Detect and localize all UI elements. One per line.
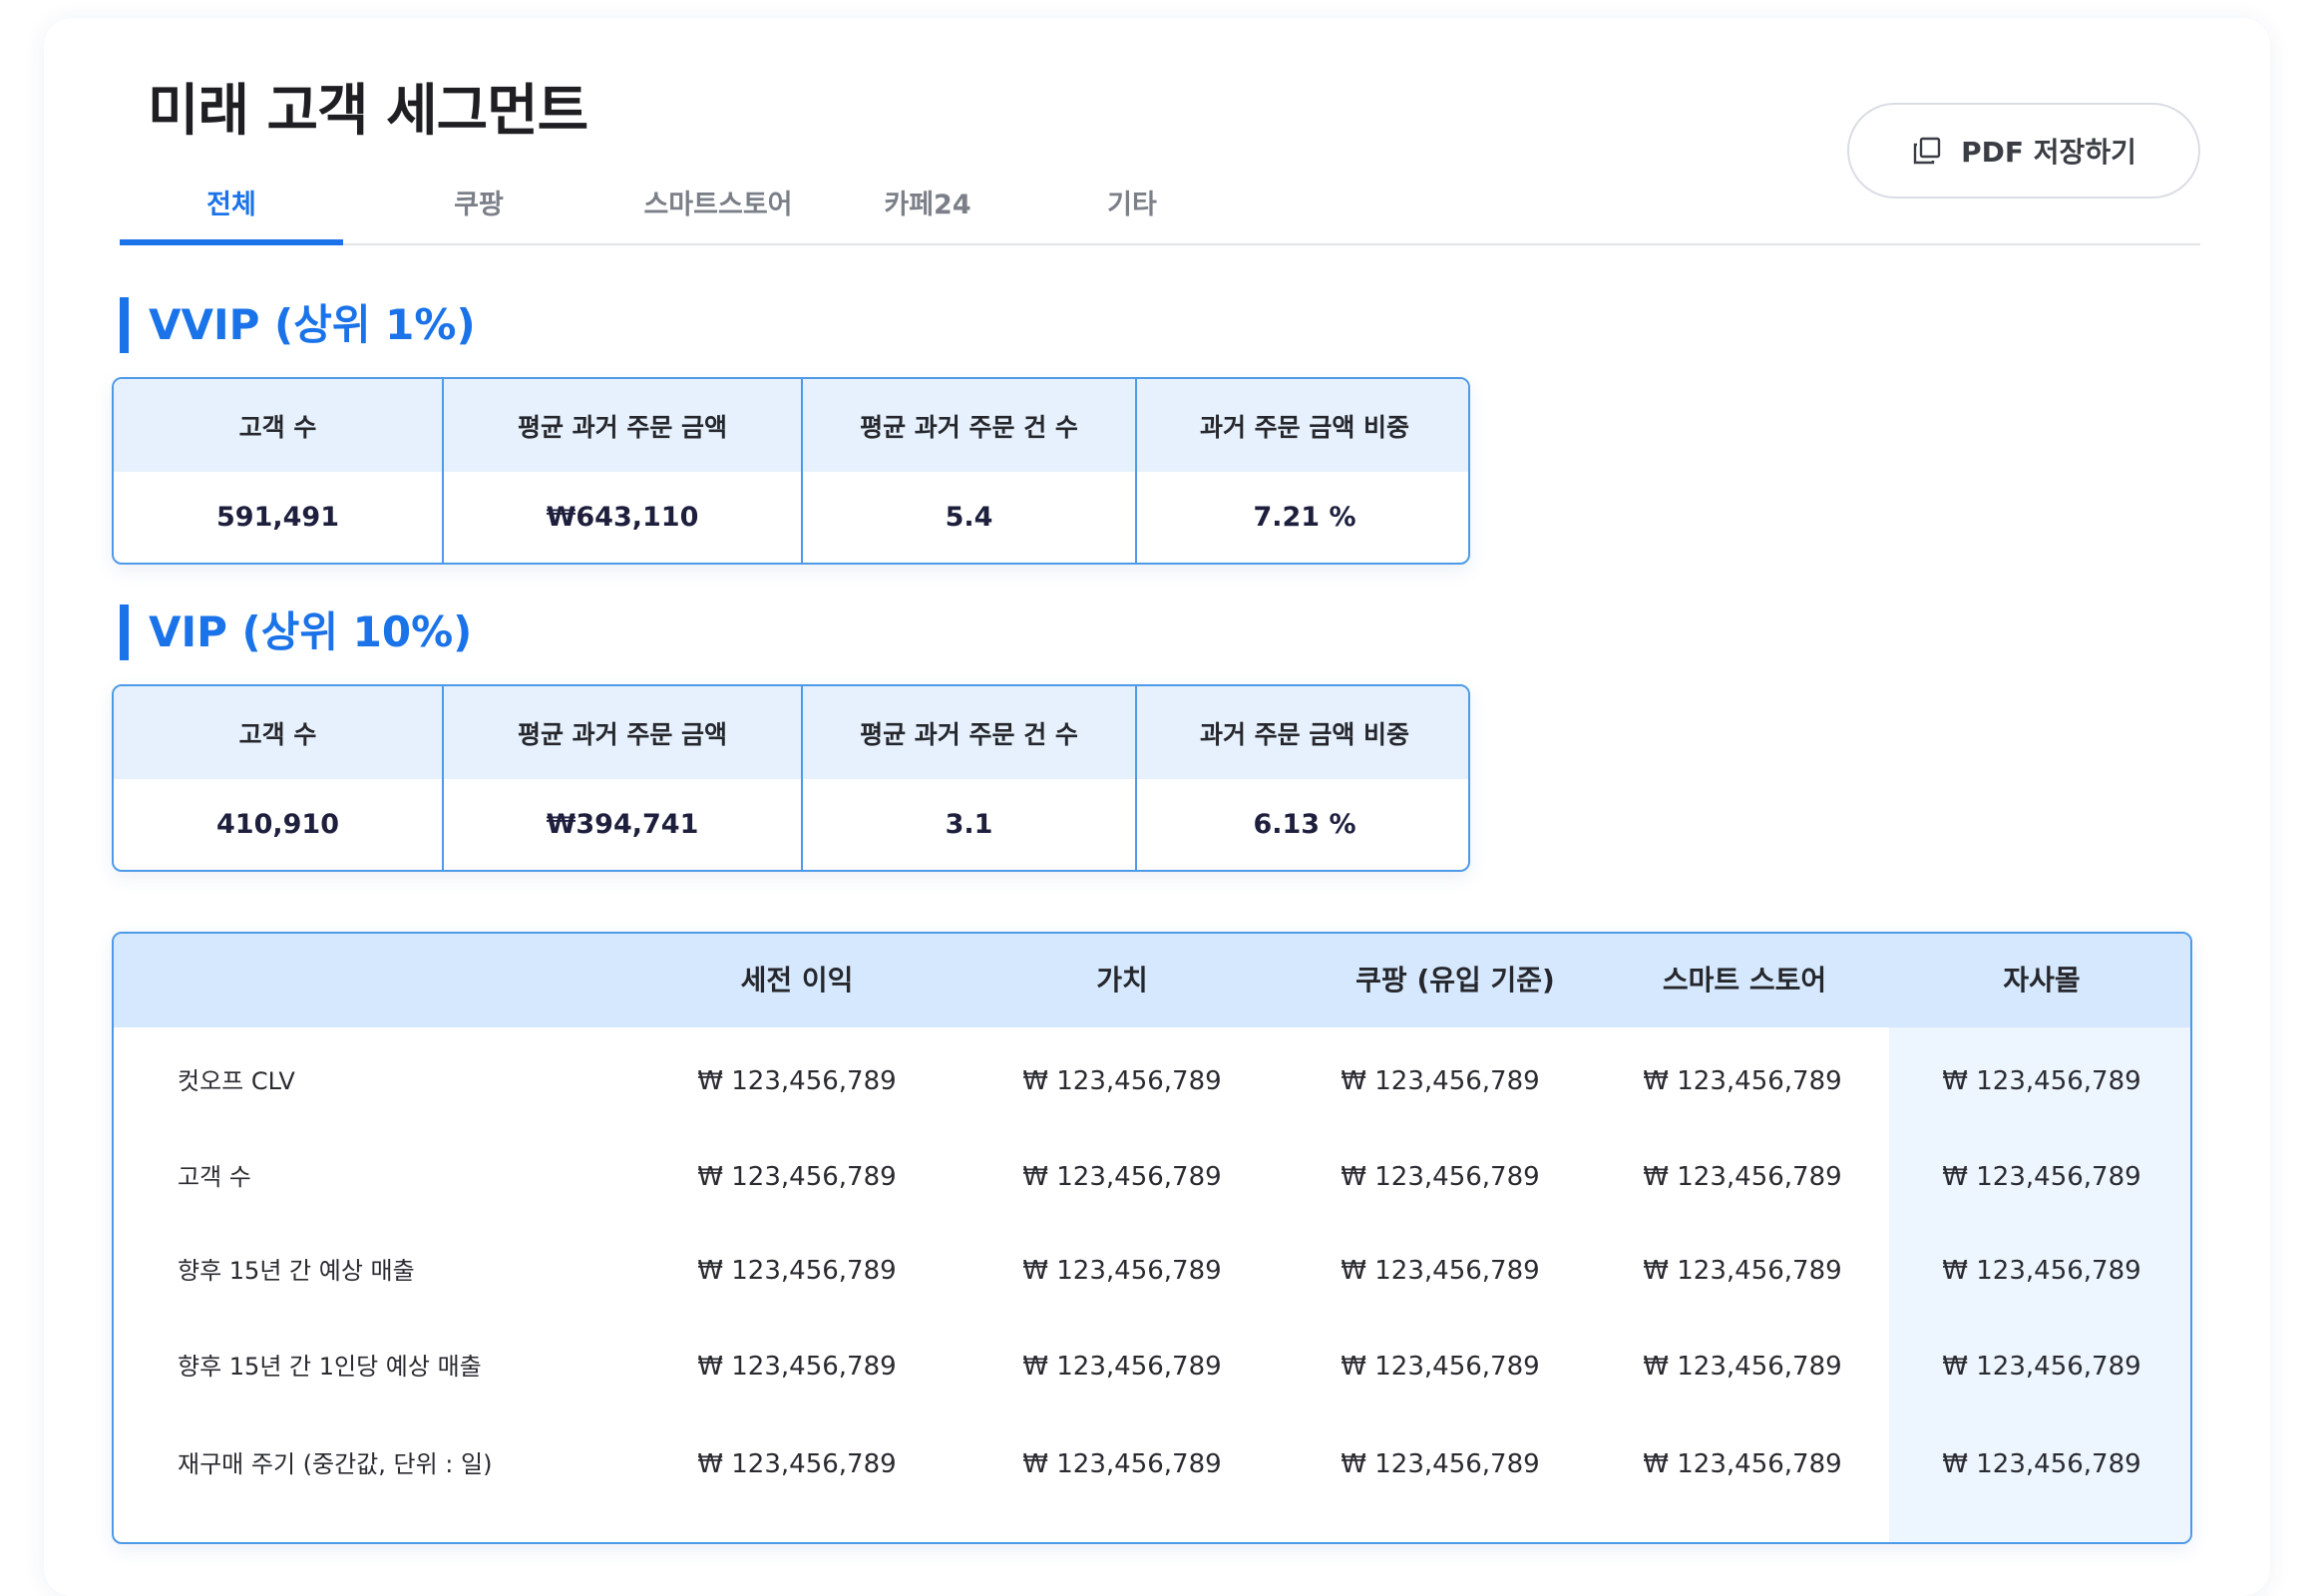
page-title: 미래 고객 세그먼트	[148, 79, 588, 144]
vvip-value-share: 7.21 %	[1253, 502, 1356, 533]
table-cell: ₩ 123,456,789	[1942, 1352, 2141, 1382]
table-cell: ₩ 123,456,789	[1341, 1352, 1540, 1382]
vip-section-title: VIP (상위 10%)	[120, 604, 472, 660]
table-header-value: 가치	[1096, 964, 1148, 997]
table-header-empty	[114, 934, 672, 1027]
table-header-pretax-profit: 세전 이익	[740, 964, 854, 997]
table-cell: ₩ 123,456,789	[697, 1352, 897, 1382]
vip-header-customers: 고객 수	[114, 686, 442, 779]
table-header-row: 세전 이익 가치 쿠팡 (유입 기준) 스마트 스토어 자사몰	[114, 934, 2190, 1027]
clv-comparison-table: 세전 이익 가치 쿠팡 (유입 기준) 스마트 스토어 자사몰 컷오프 CLV …	[112, 932, 2192, 1544]
vvip-header-avg-count: 평균 과거 주문 건 수	[803, 379, 1135, 472]
table-cell: ₩ 123,456,789	[1341, 1162, 1540, 1192]
table-cell: ₩ 123,456,789	[1022, 1352, 1222, 1382]
vvip-header-avg-amount: 평균 과거 주문 금액	[444, 379, 801, 472]
row-label: 재구매 주기 (중간값, 단위 : 일)	[178, 1450, 493, 1478]
vip-header-avg-amount: 평균 과거 주문 금액	[444, 686, 801, 779]
vvip-value-avg-amount: ₩643,110	[546, 502, 699, 533]
vvip-col-avg-count: 평균 과거 주문 건 수 5.4	[803, 379, 1137, 563]
vip-stats-table: 고객 수 410,910 평균 과거 주문 금액 ₩394,741 평균 과거 …	[112, 684, 1470, 872]
table-header-smartstore: 스마트 스토어	[1662, 964, 1827, 997]
tab-cafe24[interactable]: 카페24	[853, 176, 1002, 245]
vip-value-share: 6.13 %	[1253, 809, 1356, 840]
table-cell: ₩ 123,456,789	[697, 1449, 897, 1479]
vvip-header-customers: 고객 수	[114, 379, 442, 472]
table-row: 향후 15년 간 1인당 예상 매출 ₩ 123,456,789 ₩ 123,4…	[114, 1337, 2190, 1396]
vvip-value-avg-count: 5.4	[945, 502, 993, 533]
segment-tabs: 전체 쿠팡 스마트스토어 카페24 기타	[120, 176, 2200, 245]
table-cell: ₩ 123,456,789	[1942, 1449, 2141, 1479]
table-cell: ₩ 123,456,789	[1643, 1162, 1842, 1192]
vvip-col-customers: 고객 수 591,491	[114, 379, 444, 563]
row-label: 향후 15년 간 1인당 예상 매출	[178, 1353, 482, 1381]
row-label: 컷오프 CLV	[178, 1067, 295, 1095]
table-cell: ₩ 123,456,789	[1643, 1066, 1842, 1096]
vip-col-avg-amount: 평균 과거 주문 금액 ₩394,741	[444, 686, 803, 870]
pdf-save-button-label: PDF 저장하기	[1961, 136, 2136, 169]
table-header-own-mall: 자사몰	[2003, 964, 2081, 997]
row-label: 향후 15년 간 예상 매출	[178, 1257, 415, 1285]
vvip-stats-table: 고객 수 591,491 평균 과거 주문 금액 ₩643,110 평균 과거 …	[112, 377, 1470, 565]
vip-value-customers: 410,910	[216, 809, 339, 840]
tab-all[interactable]: 전체	[120, 176, 343, 245]
table-cell: ₩ 123,456,789	[1022, 1066, 1222, 1096]
table-cell: ₩ 123,456,789	[1643, 1352, 1842, 1382]
vip-value-avg-amount: ₩394,741	[546, 809, 699, 840]
table-row: 재구매 주기 (중간값, 단위 : 일) ₩ 123,456,789 ₩ 123…	[114, 1434, 2190, 1494]
table-cell: ₩ 123,456,789	[1022, 1256, 1222, 1286]
vip-col-share: 과거 주문 금액 비중 6.13 %	[1137, 686, 1468, 870]
table-row: 향후 15년 간 예상 매출 ₩ 123,456,789 ₩ 123,456,7…	[114, 1241, 2190, 1301]
table-cell: ₩ 123,456,789	[1341, 1449, 1540, 1479]
vvip-section-title: VVIP (상위 1%)	[120, 297, 476, 353]
table-cell: ₩ 123,456,789	[697, 1162, 897, 1192]
tab-coupang[interactable]: 쿠팡	[424, 176, 534, 245]
row-label: 고객 수	[178, 1163, 251, 1191]
table-cell: ₩ 123,456,789	[697, 1066, 897, 1096]
table-cell: ₩ 123,456,789	[697, 1256, 897, 1286]
vip-col-avg-count: 평균 과거 주문 건 수 3.1	[803, 686, 1137, 870]
table-cell: ₩ 123,456,789	[1942, 1162, 2141, 1192]
table-cell: ₩ 123,456,789	[1022, 1162, 1222, 1192]
tab-other[interactable]: 기타	[1077, 176, 1187, 245]
vvip-col-avg-amount: 평균 과거 주문 금액 ₩643,110	[444, 379, 803, 563]
table-cell: ₩ 123,456,789	[1341, 1256, 1540, 1286]
tab-smartstore[interactable]: 스마트스토어	[608, 176, 828, 245]
table-cell: ₩ 123,456,789	[1643, 1256, 1842, 1286]
vvip-header-share: 과거 주문 금액 비중	[1137, 379, 1468, 472]
table-cell: ₩ 123,456,789	[1022, 1449, 1222, 1479]
copy-icon	[1913, 137, 1941, 165]
vip-value-avg-count: 3.1	[945, 809, 993, 840]
table-row: 컷오프 CLV ₩ 123,456,789 ₩ 123,456,789 ₩ 12…	[114, 1051, 2190, 1111]
vip-header-share: 과거 주문 금액 비중	[1137, 686, 1468, 779]
vvip-value-customers: 591,491	[216, 502, 339, 533]
table-cell: ₩ 123,456,789	[1643, 1449, 1842, 1479]
table-cell: ₩ 123,456,789	[1942, 1066, 2141, 1096]
vip-col-customers: 고객 수 410,910	[114, 686, 444, 870]
vip-header-avg-count: 평균 과거 주문 건 수	[803, 686, 1135, 779]
table-header-coupang: 쿠팡 (유입 기준)	[1355, 964, 1555, 997]
table-row: 고객 수 ₩ 123,456,789 ₩ 123,456,789 ₩ 123,4…	[114, 1147, 2190, 1207]
table-cell: ₩ 123,456,789	[1341, 1066, 1540, 1096]
table-cell: ₩ 123,456,789	[1942, 1256, 2141, 1286]
vvip-col-share: 과거 주문 금액 비중 7.21 %	[1137, 379, 1468, 563]
